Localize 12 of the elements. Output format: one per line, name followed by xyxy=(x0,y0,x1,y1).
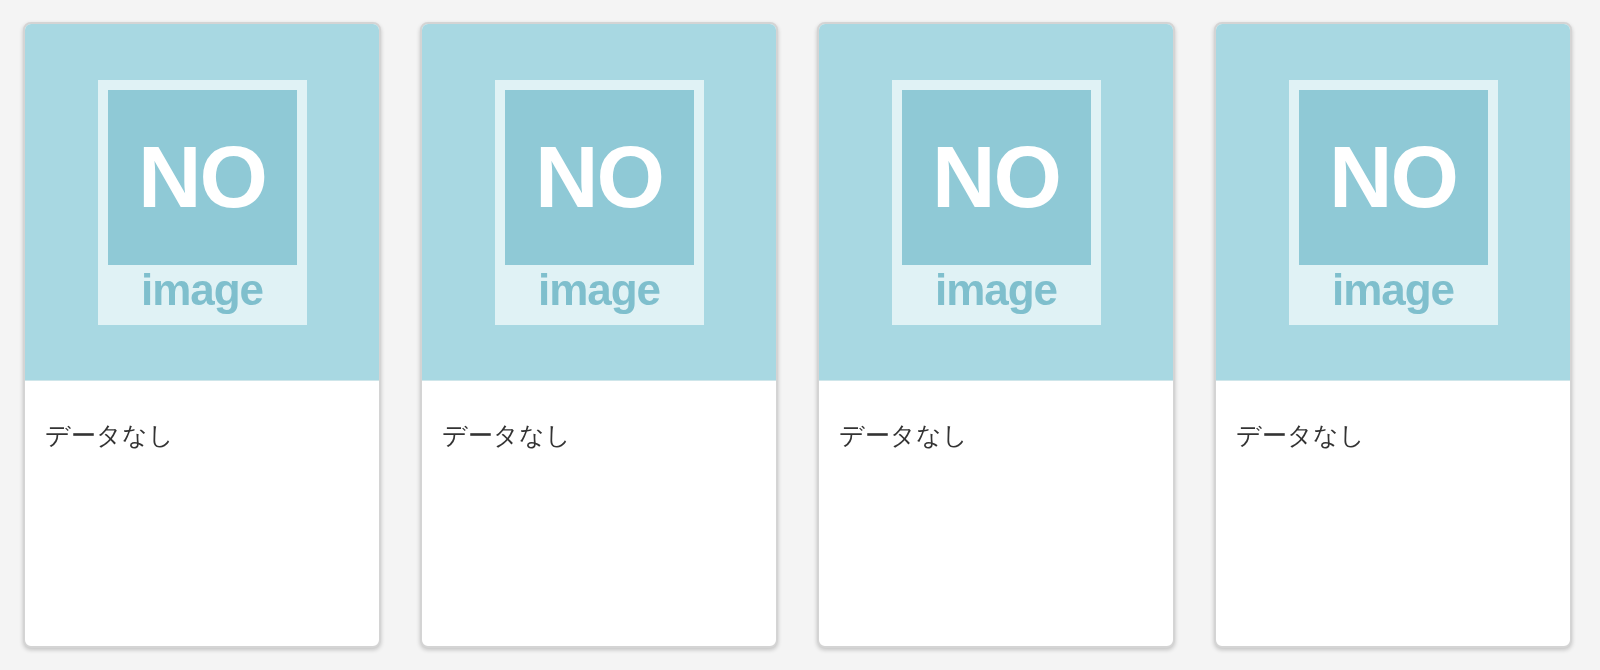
card-label: データなし xyxy=(45,421,174,450)
placeholder-title: NO xyxy=(1329,133,1457,221)
placeholder-title: NO xyxy=(138,133,266,221)
placeholder-caption: image xyxy=(934,267,1058,312)
card-label: データなし xyxy=(442,421,571,450)
card-label: データなし xyxy=(839,421,968,450)
placeholder-caption: image xyxy=(1331,267,1455,312)
placeholder-title: NO xyxy=(932,133,1060,221)
placeholder-caption: image xyxy=(140,267,264,312)
placeholder-title: NO xyxy=(535,133,663,221)
card-label: データなし xyxy=(1236,421,1365,450)
placeholder-caption: image xyxy=(537,267,661,312)
